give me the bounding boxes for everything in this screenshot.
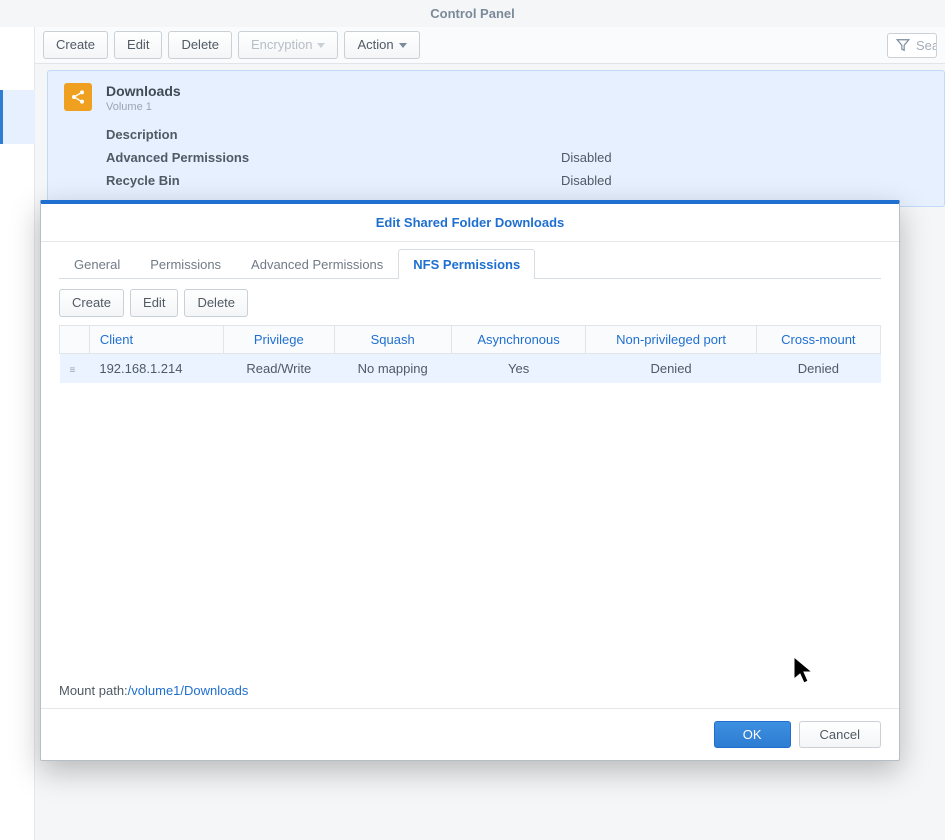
main-toolbar: Create Edit Delete Encryption Action Sea: [35, 27, 945, 64]
prop-recycle-value: Disabled: [561, 173, 612, 188]
search-placeholder: Sea: [916, 38, 937, 53]
encryption-dropdown: Encryption: [238, 31, 338, 59]
nfs-permissions-table: Client Privilege Squash Asynchronous Non…: [59, 325, 881, 383]
prop-recycle-label: Recycle Bin: [106, 173, 561, 188]
drag-handle-icon[interactable]: ≡: [70, 365, 80, 376]
delete-button[interactable]: Delete: [168, 31, 232, 59]
mount-path-label: Mount path:: [59, 683, 128, 698]
cell-privilege: Read/Write: [224, 354, 334, 384]
prop-description-label: Description: [106, 127, 561, 142]
folder-volume: Volume 1: [106, 101, 181, 113]
table-row[interactable]: ≡ 192.168.1.214 Read/Write No mapping Ye…: [60, 354, 881, 384]
search-input[interactable]: Sea: [887, 33, 937, 58]
mount-path: Mount path:/volume1/Downloads: [41, 673, 899, 709]
cell-cross: Denied: [756, 354, 880, 384]
chevron-down-icon: [317, 43, 325, 48]
col-squash[interactable]: Squash: [334, 326, 451, 354]
dialog-tabs: General Permissions Advanced Permissions…: [41, 248, 899, 278]
action-dropdown[interactable]: Action: [344, 31, 419, 59]
cell-squash: No mapping: [334, 354, 451, 384]
create-button[interactable]: Create: [43, 31, 108, 59]
chevron-down-icon: [399, 43, 407, 48]
cell-async: Yes: [451, 354, 586, 384]
col-client[interactable]: Client: [89, 326, 223, 354]
cancel-button[interactable]: Cancel: [799, 721, 881, 748]
ok-button[interactable]: OK: [714, 721, 791, 748]
edit-shared-folder-dialog: Edit Shared Folder Downloads General Per…: [40, 200, 900, 761]
col-privilege[interactable]: Privilege: [224, 326, 334, 354]
tab-advanced-permissions[interactable]: Advanced Permissions: [236, 249, 398, 279]
folder-name: Downloads: [106, 83, 181, 99]
nfs-create-button[interactable]: Create: [59, 289, 124, 317]
tab-permissions[interactable]: Permissions: [135, 249, 236, 279]
filter-icon: [896, 38, 910, 52]
folder-card[interactable]: Downloads Volume 1 Description Advanced …: [47, 70, 945, 207]
dialog-title: Edit Shared Folder Downloads: [41, 204, 899, 242]
sidebar-active-item[interactable]: [0, 90, 35, 144]
edit-button[interactable]: Edit: [114, 31, 162, 59]
col-nonpriv[interactable]: Non-privileged port: [586, 326, 756, 354]
prop-advperm-value: Disabled: [561, 150, 612, 165]
cell-client: 192.168.1.214: [89, 354, 223, 384]
nfs-edit-button[interactable]: Edit: [130, 289, 178, 317]
nfs-delete-button[interactable]: Delete: [184, 289, 248, 317]
sidebar: [0, 27, 35, 840]
col-cross[interactable]: Cross-mount: [756, 326, 880, 354]
app-title: Control Panel: [0, 0, 945, 27]
cell-nonpriv: Denied: [586, 354, 756, 384]
tab-nfs-permissions[interactable]: NFS Permissions: [398, 249, 535, 279]
col-async[interactable]: Asynchronous: [451, 326, 586, 354]
tab-general[interactable]: General: [59, 249, 135, 279]
mount-path-value: /volume1/Downloads: [128, 683, 249, 698]
shared-folder-icon: [64, 83, 92, 111]
prop-advperm-label: Advanced Permissions: [106, 150, 561, 165]
